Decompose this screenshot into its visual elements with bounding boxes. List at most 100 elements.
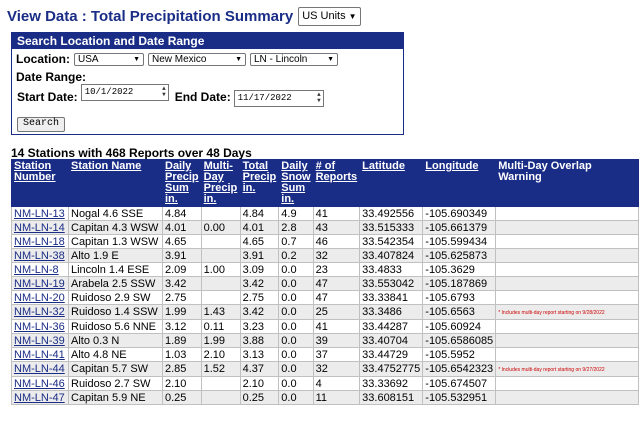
cell-longitude: -105.625873 <box>422 248 497 263</box>
cell-reports: 25 <box>312 304 361 320</box>
cell-total-precip: 2.10 <box>239 376 280 391</box>
table-row: NM-LN-20 Ruidoso 2.9 SW 2.75 2.75 0.0 47 33.33… <box>11 290 640 305</box>
cell-multi-day-precip: 1.00 <box>200 262 241 277</box>
cell-total-precip: 2.75 <box>239 290 280 305</box>
cell-longitude: -105.6563 <box>422 304 497 320</box>
cell-daily-snow: 0.0 <box>278 319 314 334</box>
station-link[interactable]: NM-LN-38 <box>14 250 65 262</box>
cell-daily-snow: 0.0 <box>278 390 314 405</box>
cell-station-number[interactable]: NM-LN-13 <box>11 206 69 221</box>
cell-overlap-warning <box>495 276 640 291</box>
col-station-number[interactable]: Station Number <box>11 159 69 207</box>
cell-station-number[interactable]: NM-LN-46 <box>11 376 69 391</box>
county-select[interactable]: LN - Lincoln ▼ <box>250 52 338 66</box>
station-link[interactable]: NM-LN-44 <box>14 363 65 375</box>
station-link[interactable]: NM-LN-47 <box>14 392 65 404</box>
table-row: NM-LN-38 Alto 1.9 E 3.91 3.91 0.2 32 33.407824… <box>11 248 640 263</box>
cell-latitude: 33.44729 <box>359 347 424 362</box>
end-date-input[interactable]: 11/17/2022 ▲ ▼ <box>233 90 324 107</box>
col-daily-precip[interactable]: Daily Precip Sum in. <box>162 159 202 207</box>
spinner-icon[interactable]: ▲ ▼ <box>317 92 321 104</box>
cell-total-precip: 0.25 <box>239 390 280 405</box>
station-link[interactable]: NM-LN-36 <box>14 321 65 333</box>
cell-latitude: 33.515333 <box>359 220 424 235</box>
col-latitude[interactable]: Latitude <box>359 159 424 207</box>
country-select[interactable]: USA ▼ <box>74 52 144 66</box>
date-range-label: Date Range: <box>16 70 87 84</box>
col-total-precip[interactable]: Total Precip in. <box>239 159 280 207</box>
station-link[interactable]: NM-LN-20 <box>14 292 65 304</box>
col-longitude[interactable]: Longitude <box>422 159 497 207</box>
station-link[interactable]: NM-LN-14 <box>14 222 65 234</box>
col-reports[interactable]: # of Reports <box>312 159 361 207</box>
cell-daily-precip: 1.03 <box>162 347 202 362</box>
cell-daily-snow: 0.0 <box>278 347 314 362</box>
cell-reports: 43 <box>312 220 361 235</box>
cell-station-number[interactable]: NM-LN-20 <box>11 290 69 305</box>
cell-reports: 47 <box>312 290 361 305</box>
cell-station-number[interactable]: NM-LN-47 <box>11 390 69 405</box>
cell-daily-snow: 0.0 <box>278 262 314 277</box>
cell-latitude: 33.4833 <box>359 262 424 277</box>
search-button[interactable]: Search <box>17 117 66 132</box>
table-row: NM-LN-47 Capitan 5.9 NE 0.25 0.25 0.0 11 33.60… <box>11 390 640 405</box>
cell-total-precip: 3.09 <box>239 262 280 277</box>
cell-station-number[interactable]: NM-LN-14 <box>11 220 69 235</box>
station-link[interactable]: NM-LN-8 <box>14 264 59 276</box>
cell-station-number[interactable]: NM-LN-36 <box>11 319 69 334</box>
cell-reports: 32 <box>312 248 361 263</box>
cell-daily-snow: 0.7 <box>278 234 314 249</box>
cell-station-number[interactable]: NM-LN-44 <box>11 361 69 377</box>
cell-overlap-warning <box>495 319 640 334</box>
cell-longitude: -105.6542323 <box>422 361 497 377</box>
table-row: NM-LN-41 Alto 4.8 NE 1.03 2.10 3.13 0.0 37 33.4… <box>11 347 640 362</box>
station-link[interactable]: NM-LN-13 <box>14 208 65 220</box>
country-select-value: USA <box>78 53 99 65</box>
col-station-name[interactable]: Station Name <box>68 159 163 207</box>
station-link[interactable]: NM-LN-32 <box>14 306 65 318</box>
station-link[interactable]: NM-LN-46 <box>14 378 65 390</box>
chevron-down-icon: ▼ <box>348 11 357 21</box>
start-date-input[interactable]: 10/1/2022 ▲ ▼ <box>80 84 169 101</box>
cell-longitude: -105.3629 <box>422 262 497 277</box>
station-link[interactable]: NM-LN-39 <box>14 335 65 347</box>
page-title: View Data : Total Precipitation Summary <box>7 7 294 25</box>
cell-station-number[interactable]: NM-LN-32 <box>11 304 69 320</box>
station-link[interactable]: NM-LN-19 <box>14 278 65 290</box>
spinner-icon[interactable]: ▲ ▼ <box>162 86 166 98</box>
cell-daily-precip: 1.89 <box>162 333 202 348</box>
cell-latitude: 33.4752775 <box>359 361 424 377</box>
cell-longitude: -105.690349 <box>422 206 497 221</box>
cell-multi-day-precip: 0.00 <box>200 220 241 235</box>
cell-multi-day-precip <box>200 290 241 305</box>
cell-station-number[interactable]: NM-LN-38 <box>11 248 69 263</box>
table-row: NM-LN-19 Arabela 2.5 SSW 3.42 3.42 0.0 47 33.5… <box>11 276 640 291</box>
start-date-value: 10/1/2022 <box>84 87 134 97</box>
col-daily-snow[interactable]: Daily Snow Sum in. <box>278 159 314 207</box>
table-row: NM-LN-46 Ruidoso 2.7 SW 2.10 2.10 0.0 4 33.336… <box>11 376 640 391</box>
units-select[interactable]: US Units ▼ <box>298 6 361 26</box>
cell-multi-day-precip <box>200 234 241 249</box>
station-link[interactable]: NM-LN-41 <box>14 349 65 361</box>
col-multi-day-precip[interactable]: Multi-Day Precip in. <box>200 159 241 207</box>
station-link[interactable]: NM-LN-18 <box>14 236 65 248</box>
cell-station-number[interactable]: NM-LN-39 <box>11 333 69 348</box>
cell-station-number[interactable]: NM-LN-18 <box>11 234 69 249</box>
cell-overlap-warning <box>495 333 640 348</box>
state-select-value: New Mexico <box>152 53 207 65</box>
end-date-label: End Date: <box>174 90 231 104</box>
cell-total-precip: 4.01 <box>239 220 280 235</box>
cell-latitude: 33.407824 <box>359 248 424 263</box>
cell-longitude: -105.661379 <box>422 220 497 235</box>
cell-station-number[interactable]: NM-LN-19 <box>11 276 69 291</box>
state-select[interactable]: New Mexico ▼ <box>148 52 246 66</box>
cell-multi-day-precip <box>200 248 241 263</box>
cell-multi-day-precip <box>200 376 241 391</box>
cell-station-number[interactable]: NM-LN-8 <box>11 262 69 277</box>
cell-station-number[interactable]: NM-LN-41 <box>11 347 69 362</box>
cell-longitude: -105.5952 <box>422 347 497 362</box>
cell-total-precip: 3.91 <box>239 248 280 263</box>
cell-daily-precip: 3.91 <box>162 248 202 263</box>
chevron-down-icon: ▼ <box>327 55 334 63</box>
cell-station-name: Capitan 5.7 SW <box>68 361 163 377</box>
